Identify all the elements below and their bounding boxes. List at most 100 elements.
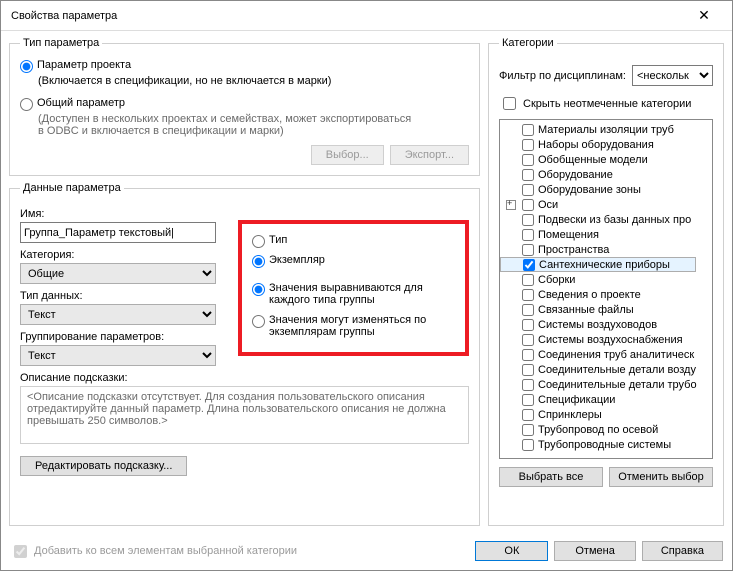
category-tree[interactable]: Материалы изоляции трубНаборы оборудован… bbox=[499, 119, 713, 459]
add-all-checkbox[interactable] bbox=[14, 545, 27, 558]
tree-item[interactable]: Спецификации bbox=[500, 392, 712, 407]
tree-item[interactable]: Наборы оборудования bbox=[500, 137, 712, 152]
deselect-all-button[interactable]: Отменить выбор bbox=[609, 467, 713, 487]
tree-item[interactable]: Соединения труб аналитическ bbox=[500, 347, 712, 362]
tree-item-label: Оборудование зоны bbox=[538, 184, 641, 196]
filter-select[interactable]: <нескольк bbox=[632, 65, 713, 86]
hide-unchecked-row[interactable]: Скрыть неотмеченные категории bbox=[499, 92, 713, 119]
param-type-legend: Тип параметра bbox=[20, 37, 102, 49]
tree-item-label: Подвески из базы данных про bbox=[538, 214, 691, 226]
tree-item-checkbox[interactable] bbox=[522, 424, 534, 436]
group-select[interactable]: Текст bbox=[20, 345, 216, 366]
edit-tooltip-button[interactable]: Редактировать подсказку... bbox=[20, 456, 187, 476]
tree-item-checkbox[interactable] bbox=[523, 259, 535, 271]
select-button[interactable]: Выбор... bbox=[311, 145, 384, 165]
tree-item-checkbox[interactable] bbox=[522, 274, 534, 286]
tree-item[interactable]: Сведения о проекте bbox=[500, 287, 712, 302]
tree-item-label: Системы воздуховодов bbox=[538, 319, 657, 331]
select-all-button[interactable]: Выбрать все bbox=[499, 467, 603, 487]
tree-item[interactable]: Обобщенные модели bbox=[500, 152, 712, 167]
tree-item[interactable]: Сантехнические приборы bbox=[500, 257, 696, 272]
title-bar: Свойства параметра ✕ bbox=[1, 1, 732, 31]
tree-item[interactable]: Подвески из базы данных про bbox=[500, 212, 712, 227]
radio-type-input[interactable] bbox=[252, 235, 265, 248]
tree-item[interactable]: Материалы изоляции труб bbox=[500, 122, 712, 137]
tree-item-checkbox[interactable] bbox=[522, 154, 534, 166]
name-label: Имя: bbox=[20, 208, 226, 220]
tree-item[interactable]: Оборудование зоны bbox=[500, 182, 712, 197]
close-icon[interactable]: ✕ bbox=[684, 2, 724, 30]
tree-item-checkbox[interactable] bbox=[522, 349, 534, 361]
tree-item[interactable]: Соединительные детали трубо bbox=[500, 377, 712, 392]
tree-item-label: Системы воздухоснабжения bbox=[538, 334, 683, 346]
tree-item[interactable]: Трубопроводные системы bbox=[500, 437, 712, 452]
type-select[interactable]: Текст bbox=[20, 304, 216, 325]
discipline-select[interactable]: Общие bbox=[20, 263, 216, 284]
radio-vary[interactable]: Значения могут изменяться по экземплярам… bbox=[252, 314, 455, 338]
tree-item-checkbox[interactable] bbox=[522, 364, 534, 376]
tree-item-checkbox[interactable] bbox=[522, 439, 534, 451]
project-note: (Включается в спецификации, но не включа… bbox=[38, 75, 469, 87]
add-all-row[interactable]: Добавить ко всем элементам выбранной кат… bbox=[10, 542, 297, 561]
tree-item-label: Помещения bbox=[538, 229, 599, 241]
radio-align-input[interactable] bbox=[252, 283, 265, 296]
radio-vary-input[interactable] bbox=[252, 315, 265, 328]
tree-item-checkbox[interactable] bbox=[522, 394, 534, 406]
add-all-label: Добавить ко всем элементам выбранной кат… bbox=[34, 545, 297, 557]
footer: Добавить ко всем элементам выбранной кат… bbox=[0, 531, 733, 571]
radio-align[interactable]: Значения выравниваются для каждого типа … bbox=[252, 282, 455, 306]
help-button[interactable]: Справка bbox=[642, 541, 723, 561]
radio-type[interactable]: Тип bbox=[252, 234, 455, 248]
tree-item[interactable]: Пространства bbox=[500, 242, 712, 257]
tree-item-checkbox[interactable] bbox=[522, 184, 534, 196]
tree-item-checkbox[interactable] bbox=[522, 304, 534, 316]
tree-item-checkbox[interactable] bbox=[522, 124, 534, 136]
name-input[interactable] bbox=[20, 222, 216, 243]
tree-item-checkbox[interactable] bbox=[522, 229, 534, 241]
tree-item[interactable]: Сборки bbox=[500, 272, 712, 287]
tree-item[interactable]: Связанные файлы bbox=[500, 302, 712, 317]
tree-item-label: Сборки bbox=[538, 274, 575, 286]
export-button[interactable]: Экспорт... bbox=[390, 145, 469, 165]
tree-item-checkbox[interactable] bbox=[522, 214, 534, 226]
tree-item-checkbox[interactable] bbox=[522, 199, 534, 211]
hide-unchecked-checkbox[interactable] bbox=[503, 97, 516, 110]
cancel-button[interactable]: Отмена bbox=[554, 541, 635, 561]
radio-instance-input[interactable] bbox=[252, 255, 265, 268]
tree-item-label: Сантехнические приборы bbox=[539, 259, 670, 271]
radio-shared-label: Общий параметр bbox=[37, 97, 125, 109]
tooltip-label: Описание подсказки: bbox=[20, 372, 469, 384]
tree-item[interactable]: Спринклеры bbox=[500, 407, 712, 422]
param-type-group: Тип параметра Параметр проекта (Включает… bbox=[9, 37, 480, 176]
categories-group: Категории Фильтр по дисциплинам: <нескол… bbox=[488, 37, 724, 526]
tree-item[interactable]: Системы воздуховодов bbox=[500, 317, 712, 332]
tree-item-checkbox[interactable] bbox=[522, 139, 534, 151]
param-data-legend: Данные параметра bbox=[20, 182, 124, 194]
tree-item-label: Спецификации bbox=[538, 394, 615, 406]
tree-item[interactable]: Трубопровод по осевой bbox=[500, 422, 712, 437]
tree-item[interactable]: Оборудование bbox=[500, 167, 712, 182]
radio-instance[interactable]: Экземпляр bbox=[252, 254, 455, 268]
tree-item-checkbox[interactable] bbox=[522, 409, 534, 421]
tree-item-checkbox[interactable] bbox=[522, 379, 534, 391]
categories-legend: Категории bbox=[499, 37, 557, 49]
tree-item[interactable]: Соединительные детали возду bbox=[500, 362, 712, 377]
tree-item[interactable]: Оси bbox=[500, 197, 712, 212]
tree-item-checkbox[interactable] bbox=[522, 244, 534, 256]
tree-item-checkbox[interactable] bbox=[522, 169, 534, 181]
radio-shared-input[interactable] bbox=[20, 98, 33, 111]
radio-project-input[interactable] bbox=[20, 60, 33, 73]
tree-item[interactable]: Помещения bbox=[500, 227, 712, 242]
tree-item-label: Трубопровод по осевой bbox=[538, 424, 658, 436]
ok-button[interactable]: ОК bbox=[475, 541, 548, 561]
window-title: Свойства параметра bbox=[11, 10, 684, 22]
tree-item-checkbox[interactable] bbox=[522, 334, 534, 346]
radio-shared-param[interactable]: Общий параметр bbox=[20, 97, 469, 111]
tree-item-label: Соединительные детали возду bbox=[538, 364, 696, 376]
content-area: Тип параметра Параметр проекта (Включает… bbox=[1, 31, 732, 526]
discipline-label: Категория: bbox=[20, 249, 226, 261]
tree-item-checkbox[interactable] bbox=[522, 289, 534, 301]
tree-item[interactable]: Системы воздухоснабжения bbox=[500, 332, 712, 347]
tree-item-checkbox[interactable] bbox=[522, 319, 534, 331]
radio-project-param[interactable]: Параметр проекта bbox=[20, 59, 469, 73]
